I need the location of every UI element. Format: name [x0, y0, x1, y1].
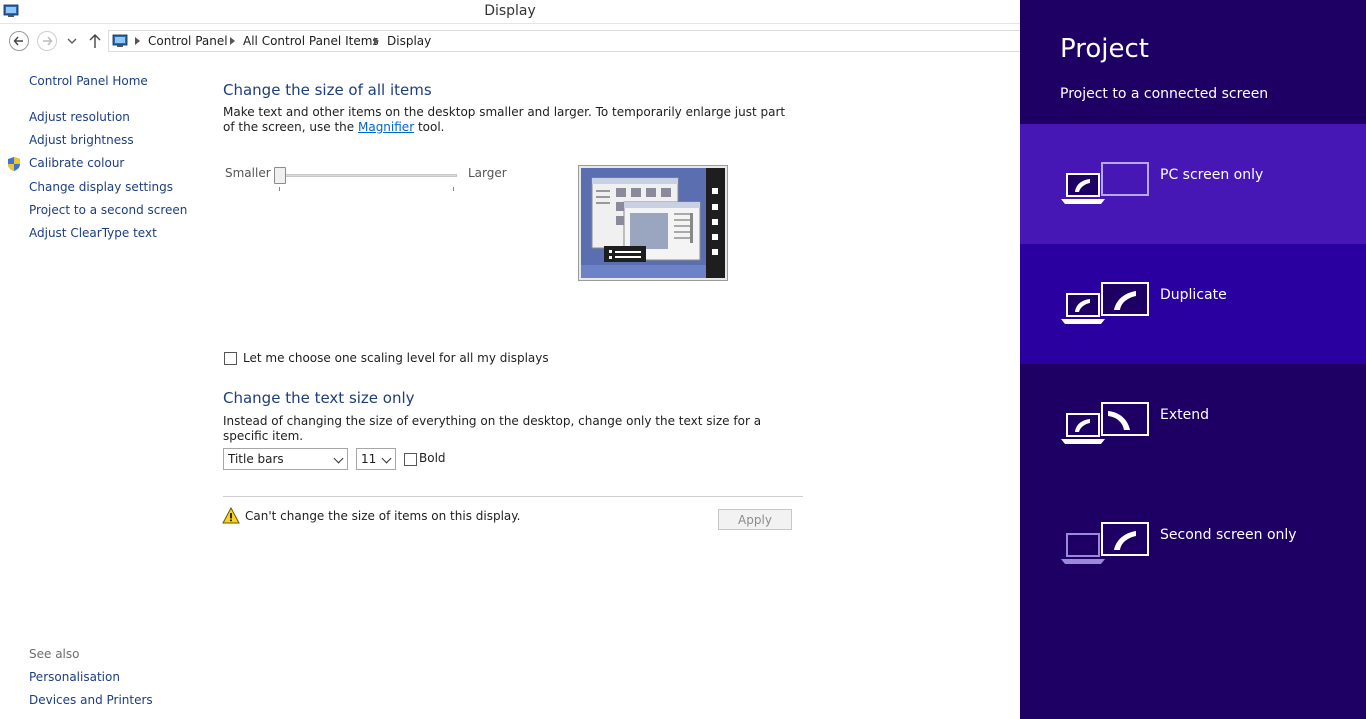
sidebar-adjust-brightness[interactable]: Adjust brightness — [29, 133, 134, 147]
option-label: PC screen only — [1160, 167, 1264, 183]
option-second-screen-only[interactable]: Second screen only — [1020, 484, 1366, 604]
pc-screen-only-icon — [1061, 162, 1149, 204]
magnifier-link[interactable]: Magnifier — [358, 120, 414, 134]
size-select[interactable]: 11 — [356, 448, 396, 470]
desc-text-end: tool. — [414, 120, 445, 134]
scaling-level-checkbox[interactable] — [224, 352, 237, 365]
slider-tick — [453, 187, 454, 191]
section-divider — [223, 496, 803, 497]
option-pc-screen-only[interactable]: PC screen only — [1020, 124, 1366, 244]
option-label: Duplicate — [1160, 287, 1227, 303]
sidebar-adjust-cleartype[interactable]: Adjust ClearType text — [29, 226, 157, 240]
chevron-down-icon — [333, 453, 344, 464]
item-select-value: Title bars — [228, 452, 284, 466]
breadcrumb-separator-icon — [230, 37, 235, 45]
project-pane-subtitle: Project to a connected screen — [1060, 86, 1269, 102]
bold-checkbox[interactable] — [404, 453, 417, 466]
slider-larger-label: Larger — [468, 166, 507, 180]
option-label: Extend — [1160, 407, 1209, 423]
control-panel-icon — [112, 34, 128, 47]
change-text-description: Instead of changing the size of everythi… — [223, 414, 762, 443]
forward-arrow-icon — [43, 36, 53, 46]
shield-icon — [8, 157, 20, 171]
slider-smaller-label: Smaller — [225, 166, 271, 180]
size-slider-thumb[interactable] — [274, 167, 286, 184]
control-panel-window: Display Control Panel All Control Panel … — [0, 0, 1020, 719]
second-screen-only-icon — [1061, 522, 1149, 564]
see-also-label: See also — [29, 647, 80, 661]
breadcrumb-separator-icon — [374, 37, 379, 45]
heading-change-text-size: Change the text size only — [223, 389, 415, 407]
sidebar-change-display-settings[interactable]: Change display settings — [29, 180, 173, 194]
sidebar-adjust-resolution[interactable]: Adjust resolution — [29, 110, 130, 124]
desc-text: Make text and other items on the desktop… — [223, 105, 786, 134]
project-pane: Project Project to a connected screen PC… — [1020, 0, 1366, 719]
option-duplicate[interactable]: Duplicate — [1020, 244, 1366, 364]
warning-text: Can't change the size of items on this d… — [245, 509, 521, 523]
breadcrumb-separator-icon — [135, 37, 140, 45]
sidebar-personalisation[interactable]: Personalisation — [29, 670, 120, 684]
window-title: Display — [484, 3, 536, 19]
breadcrumb-all-items[interactable]: All Control Panel Items — [243, 34, 379, 48]
navigation-bar: Control Panel All Control Panel Items Di… — [0, 28, 1020, 54]
back-arrow-icon — [13, 36, 23, 46]
project-pane-title: Project — [1060, 34, 1149, 64]
recent-pages-chevron-icon[interactable] — [67, 37, 77, 45]
size-slider-track[interactable] — [279, 174, 457, 177]
sidebar: Control Panel Home Adjust resolution Adj… — [0, 58, 210, 719]
extend-icon — [1061, 402, 1149, 444]
sidebar-control-panel-home[interactable]: Control Panel Home — [29, 74, 148, 88]
option-extend[interactable]: Extend — [1020, 364, 1366, 484]
breadcrumb-control-panel[interactable]: Control Panel — [148, 34, 228, 48]
scaling-level-label: Let me choose one scaling level for all … — [243, 351, 549, 365]
sidebar-devices-printers[interactable]: Devices and Printers — [29, 693, 153, 707]
duplicate-icon — [1061, 282, 1149, 324]
option-label: Second screen only — [1160, 527, 1297, 543]
bold-label: Bold — [419, 451, 446, 465]
address-bar[interactable]: Control Panel All Control Panel Items Di… — [108, 30, 1020, 52]
up-arrow-icon[interactable] — [88, 33, 102, 49]
item-select[interactable]: Title bars — [223, 448, 348, 470]
heading-change-size: Change the size of all items — [223, 81, 432, 99]
main-content: Change the size of all items Make text a… — [222, 58, 1020, 719]
size-select-value: 11 — [361, 452, 377, 466]
sidebar-calibrate-colour[interactable]: Calibrate colour — [29, 156, 124, 170]
warning-icon — [222, 507, 240, 524]
breadcrumb-display[interactable]: Display — [387, 34, 431, 48]
sidebar-project-second-screen[interactable]: Project to a second screen — [29, 203, 187, 217]
apply-button[interactable]: Apply — [718, 509, 792, 530]
chevron-down-icon — [381, 453, 392, 464]
title-bar: Display — [0, 0, 1020, 24]
display-preview-image — [578, 165, 728, 281]
change-size-description: Make text and other items on the desktop… — [223, 105, 793, 135]
slider-tick — [279, 187, 280, 191]
